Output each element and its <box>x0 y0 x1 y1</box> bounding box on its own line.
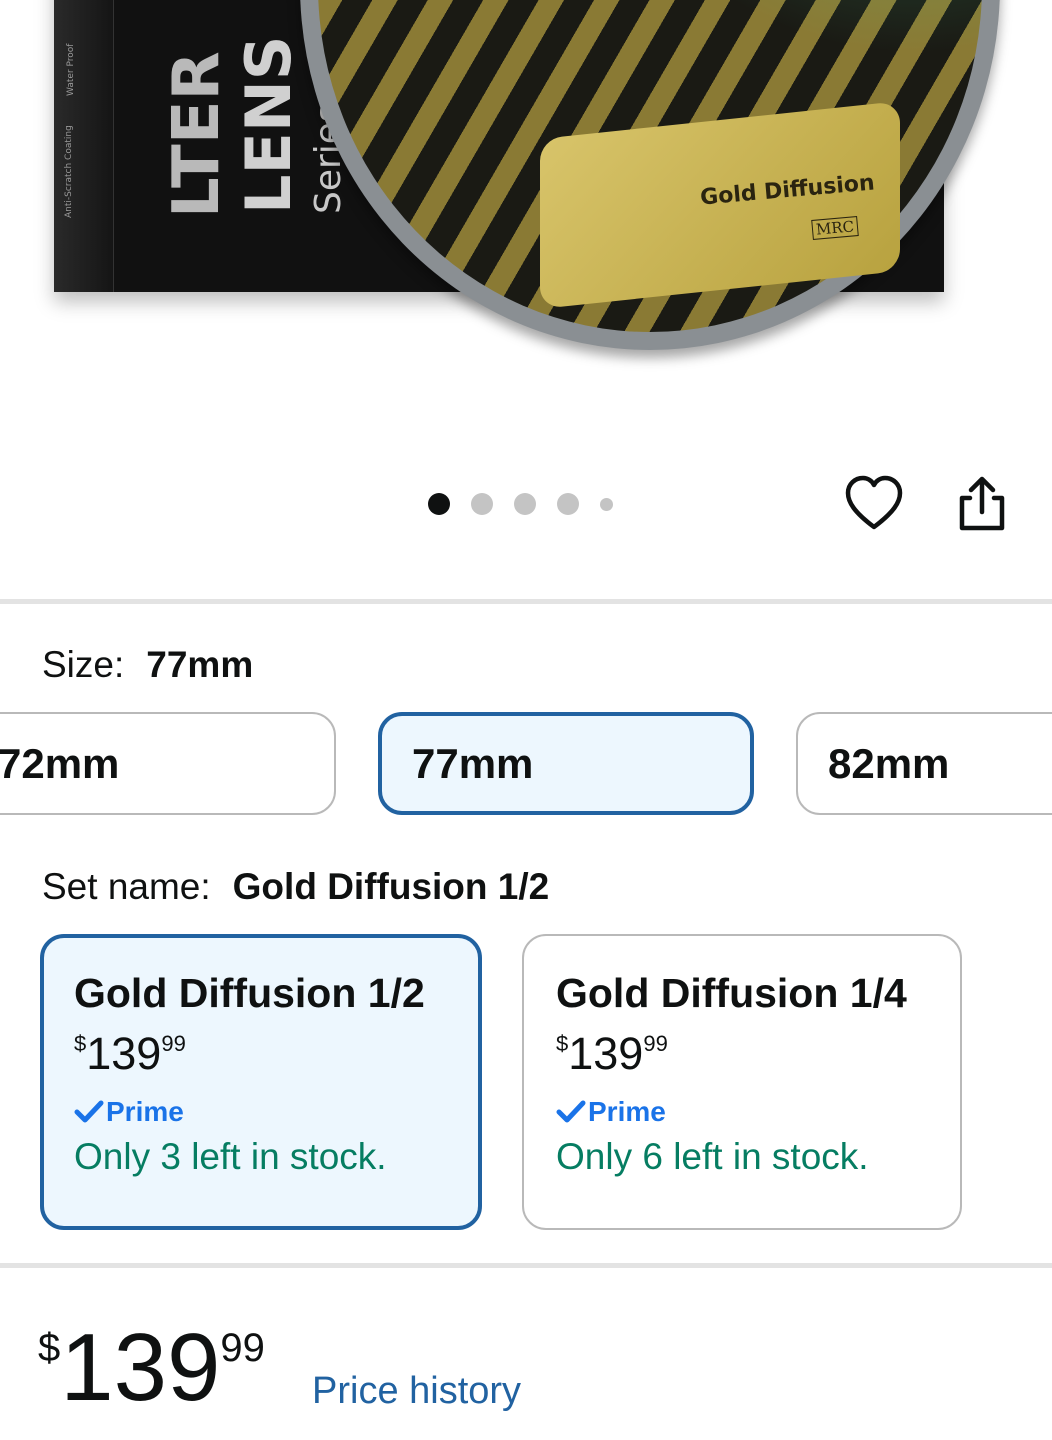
price-currency: $ <box>38 1326 61 1370</box>
size-option-77mm[interactable]: 77mm <box>378 712 754 815</box>
carousel-dot[interactable] <box>428 493 450 515</box>
section-divider <box>0 1263 1052 1268</box>
image-carousel-dots[interactable] <box>428 493 613 515</box>
carousel-dot[interactable] <box>600 497 613 511</box>
box-badge-water: Water Proof <box>66 43 76 96</box>
size-option-82mm[interactable]: 82mm <box>796 712 1052 815</box>
carousel-dot[interactable] <box>557 493 579 515</box>
size-label: Size: <box>42 644 125 685</box>
box-badge-scratch: Anti-Scratch Coating <box>64 125 74 218</box>
checkmark-icon <box>556 1100 586 1123</box>
carousel-dot[interactable] <box>514 493 536 515</box>
section-divider <box>0 599 1052 604</box>
set-option-title: Gold Diffusion 1/4 <box>556 970 907 1016</box>
product-price: $13999 <box>38 1320 265 1416</box>
stock-status: Only 6 left in stock. <box>556 1136 869 1177</box>
heart-icon[interactable] <box>844 474 904 534</box>
price-fraction: 99 <box>220 1326 265 1370</box>
prime-badge: Prime <box>556 1096 960 1128</box>
gold-card-sub: MRC <box>811 216 859 240</box>
set-option-price: $13999 <box>74 1028 186 1079</box>
carousel-dot[interactable] <box>471 493 493 515</box>
set-option-title: Gold Diffusion 1/2 <box>74 970 425 1016</box>
size-label-row: Size: 77mm <box>42 644 253 686</box>
checkmark-icon <box>74 1100 104 1123</box>
size-option-label: 77mm <box>412 739 534 787</box>
price-history-link[interactable]: Price history <box>312 1370 521 1413</box>
product-image[interactable]: Water Proof Anti-Scratch Coating LTER LE… <box>0 0 1052 440</box>
size-selected-value: 77mm <box>146 644 254 685</box>
prime-badge: Prime <box>74 1096 478 1128</box>
stock-status: Only 3 left in stock. <box>74 1136 387 1177</box>
size-option-label: 72mm <box>0 739 120 787</box>
set-option-gold-diffusion-1-4[interactable]: Gold Diffusion 1/4 $13999 Prime Only 6 l… <box>522 934 962 1230</box>
box-text-type: LTER <box>160 51 234 218</box>
set-name-selected-value: Gold Diffusion 1/2 <box>232 866 550 907</box>
share-icon[interactable] <box>954 474 1010 534</box>
set-option-price: $13999 <box>556 1028 668 1079</box>
filter-box-side <box>54 0 114 292</box>
size-option-label: 82mm <box>828 739 950 787</box>
size-option-72mm[interactable]: 72mm <box>0 712 336 815</box>
set-option-gold-diffusion-1-2[interactable]: Gold Diffusion 1/2 $13999 Prime Only 3 l… <box>40 934 482 1230</box>
set-name-label: Set name: <box>42 866 211 907</box>
price-whole: 139 <box>60 1314 221 1421</box>
box-text-brand: LENS <box>232 35 305 214</box>
set-name-label-row: Set name: Gold Diffusion 1/2 <box>42 866 549 908</box>
